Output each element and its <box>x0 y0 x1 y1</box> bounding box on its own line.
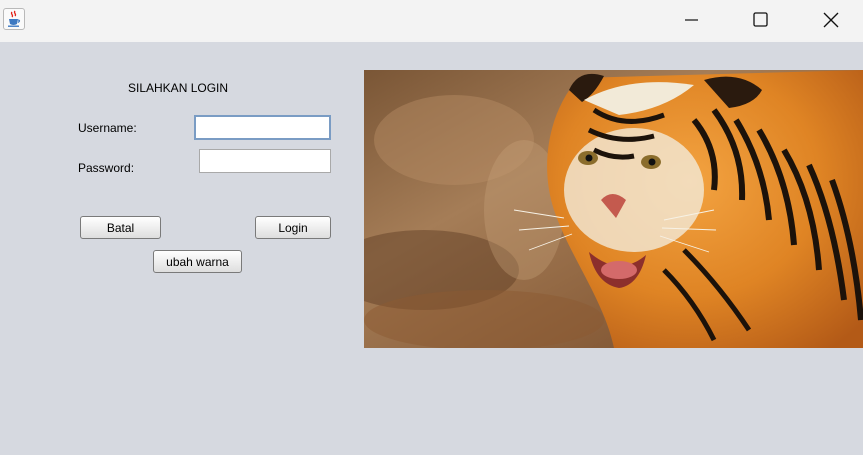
batal-button[interactable]: Batal <box>80 216 161 239</box>
tiger-photo <box>364 70 863 348</box>
username-field[interactable] <box>194 115 331 140</box>
maximize-icon <box>753 12 768 27</box>
title-bar <box>0 0 863 42</box>
login-title: SILAHKAN LOGIN <box>128 81 229 95</box>
ubah-warna-button[interactable]: ubah warna <box>153 250 242 273</box>
login-panel: SILAHKAN LOGIN Username: Password: Batal… <box>0 42 863 455</box>
minimize-button[interactable] <box>669 0 715 40</box>
password-label: Password: <box>78 161 135 175</box>
minimize-icon <box>685 19 698 21</box>
java-cup-icon[interactable] <box>3 8 25 30</box>
password-field[interactable] <box>199 149 331 173</box>
login-button[interactable]: Login <box>255 216 331 239</box>
username-label: Username: <box>78 121 137 135</box>
close-button[interactable] <box>808 0 854 40</box>
maximize-button[interactable] <box>738 0 784 40</box>
close-icon <box>823 12 839 28</box>
